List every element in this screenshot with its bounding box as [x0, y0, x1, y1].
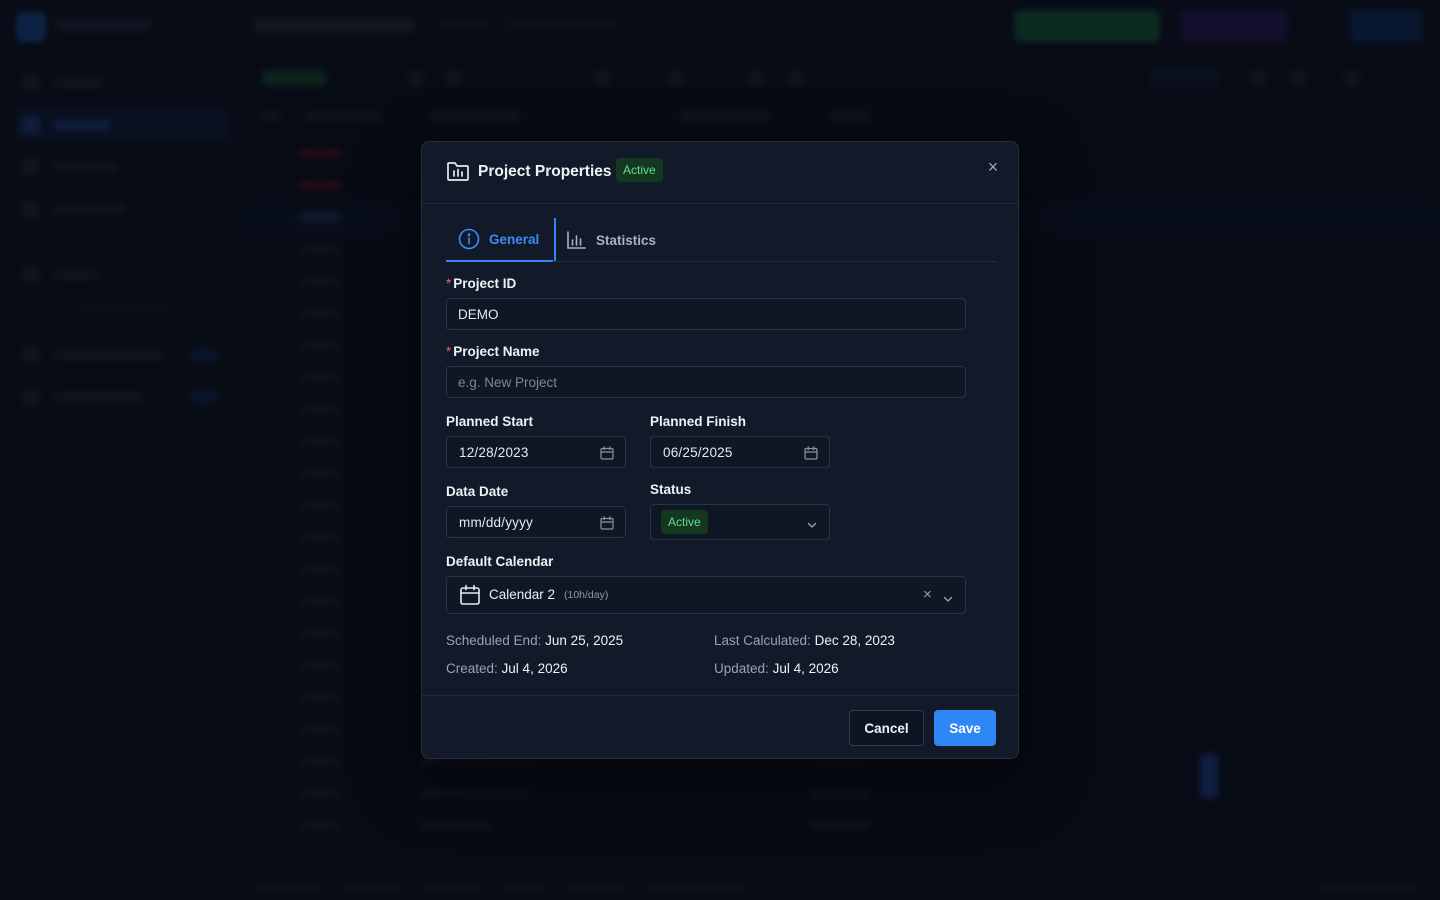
project-name-label: * Project Name — [446, 344, 540, 359]
planned-finish-value: 06/25/2025 — [663, 445, 733, 460]
required-marker: * — [446, 276, 452, 291]
tab-statistics[interactable]: Statistics — [566, 218, 656, 262]
last-calculated-label: Last Calculated: — [714, 633, 811, 648]
scheduled-end-info: Scheduled End: Jun 25, 2025 — [446, 633, 623, 648]
last-calculated-value: Dec 28, 2023 — [814, 633, 895, 648]
default-calendar-select[interactable]: Calendar 2 (10h/day) × — [446, 576, 966, 614]
project-id-label-text: Project ID — [453, 276, 517, 291]
planned-finish-field[interactable]: 06/25/2025 — [650, 436, 830, 468]
updated-value: Jul 4, 2026 — [772, 661, 839, 676]
calendar-name: Calendar 2 — [489, 587, 556, 602]
tab-general-label: General — [489, 231, 540, 247]
calendar-icon[interactable] — [600, 446, 614, 460]
save-button[interactable]: Save — [934, 710, 996, 746]
calendar-hours: (10h/day) — [564, 589, 609, 601]
created-value: Jul 4, 2026 — [501, 661, 568, 676]
cancel-button[interactable]: Cancel — [849, 710, 924, 746]
planned-start-value: 12/28/2023 — [459, 445, 529, 460]
tab-statistics-label: Statistics — [596, 232, 657, 248]
calendar-icon[interactable] — [804, 446, 818, 460]
chevron-down-icon — [807, 517, 817, 528]
tab-divider — [554, 218, 556, 261]
close-icon[interactable]: × — [984, 158, 1002, 176]
dialog-footer: Cancel Save — [422, 695, 1018, 758]
updated-info: Updated: Jul 4, 2026 — [714, 661, 839, 676]
planned-start-label: Planned Start — [446, 414, 534, 429]
planned-finish-label: Planned Finish — [650, 414, 747, 429]
project-name-input[interactable] — [446, 366, 966, 398]
info-circle-icon — [458, 228, 480, 250]
status-select-badge: Active — [661, 510, 708, 534]
data-date-value: mm/dd/yyyy — [459, 515, 534, 530]
scheduled-end-value: Jun 25, 2025 — [545, 633, 624, 648]
project-id-label: * Project ID — [446, 276, 516, 291]
default-calendar-label: Default Calendar — [446, 554, 554, 569]
bar-chart-icon — [566, 230, 586, 250]
data-date-field[interactable]: mm/dd/yyyy — [446, 506, 626, 538]
calendar-icon[interactable] — [600, 516, 614, 530]
status-label: Status — [650, 482, 692, 497]
data-date-label: Data Date — [446, 484, 509, 499]
required-marker: * — [446, 344, 452, 359]
dialog-header: Project Properties Active × — [422, 142, 1018, 204]
project-id-input[interactable] — [446, 298, 966, 330]
last-calculated-info: Last Calculated: Dec 28, 2023 — [714, 633, 895, 648]
project-properties-dialog: Project Properties Active × General Stat… — [421, 141, 1019, 759]
status-badge: Active — [616, 158, 663, 182]
calendar-icon — [459, 584, 481, 606]
scheduled-end-label: Scheduled End: — [446, 633, 542, 648]
project-name-label-text: Project Name — [453, 344, 540, 359]
tab-general[interactable]: General — [446, 218, 553, 262]
created-info: Created: Jul 4, 2026 — [446, 661, 568, 676]
chevron-down-icon[interactable] — [943, 591, 953, 602]
created-label: Created: — [446, 661, 498, 676]
status-select[interactable]: Active — [650, 504, 830, 540]
clear-icon[interactable]: × — [923, 586, 932, 603]
dialog-title: Project Properties — [478, 163, 612, 180]
updated-label: Updated: — [714, 661, 769, 676]
planned-start-field[interactable]: 12/28/2023 — [446, 436, 626, 468]
folder-chart-icon — [446, 160, 470, 182]
dialog-tabs: General Statistics — [446, 218, 997, 262]
